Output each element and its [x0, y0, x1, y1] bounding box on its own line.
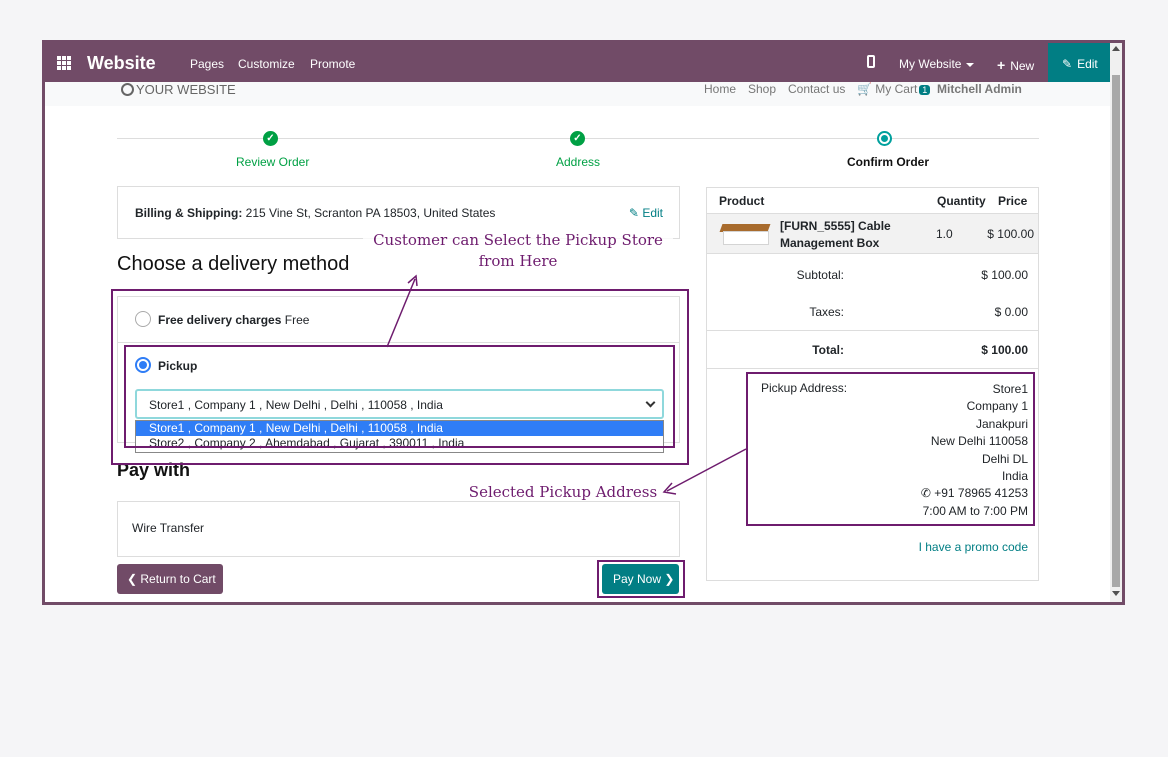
scroll-up-icon[interactable]: [1112, 46, 1120, 51]
arrow-head-icon: [662, 482, 677, 495]
browser-frame: Website Pages Customize Promote My Websi…: [42, 40, 1125, 605]
page-scrollbar[interactable]: [1110, 43, 1122, 602]
arrow-line: [386, 278, 416, 348]
scroll-thumb[interactable]: [1112, 75, 1120, 587]
annotation-arrows: [386, 274, 747, 495]
arrow-line: [666, 448, 747, 492]
scroll-down-icon[interactable]: [1112, 591, 1120, 596]
